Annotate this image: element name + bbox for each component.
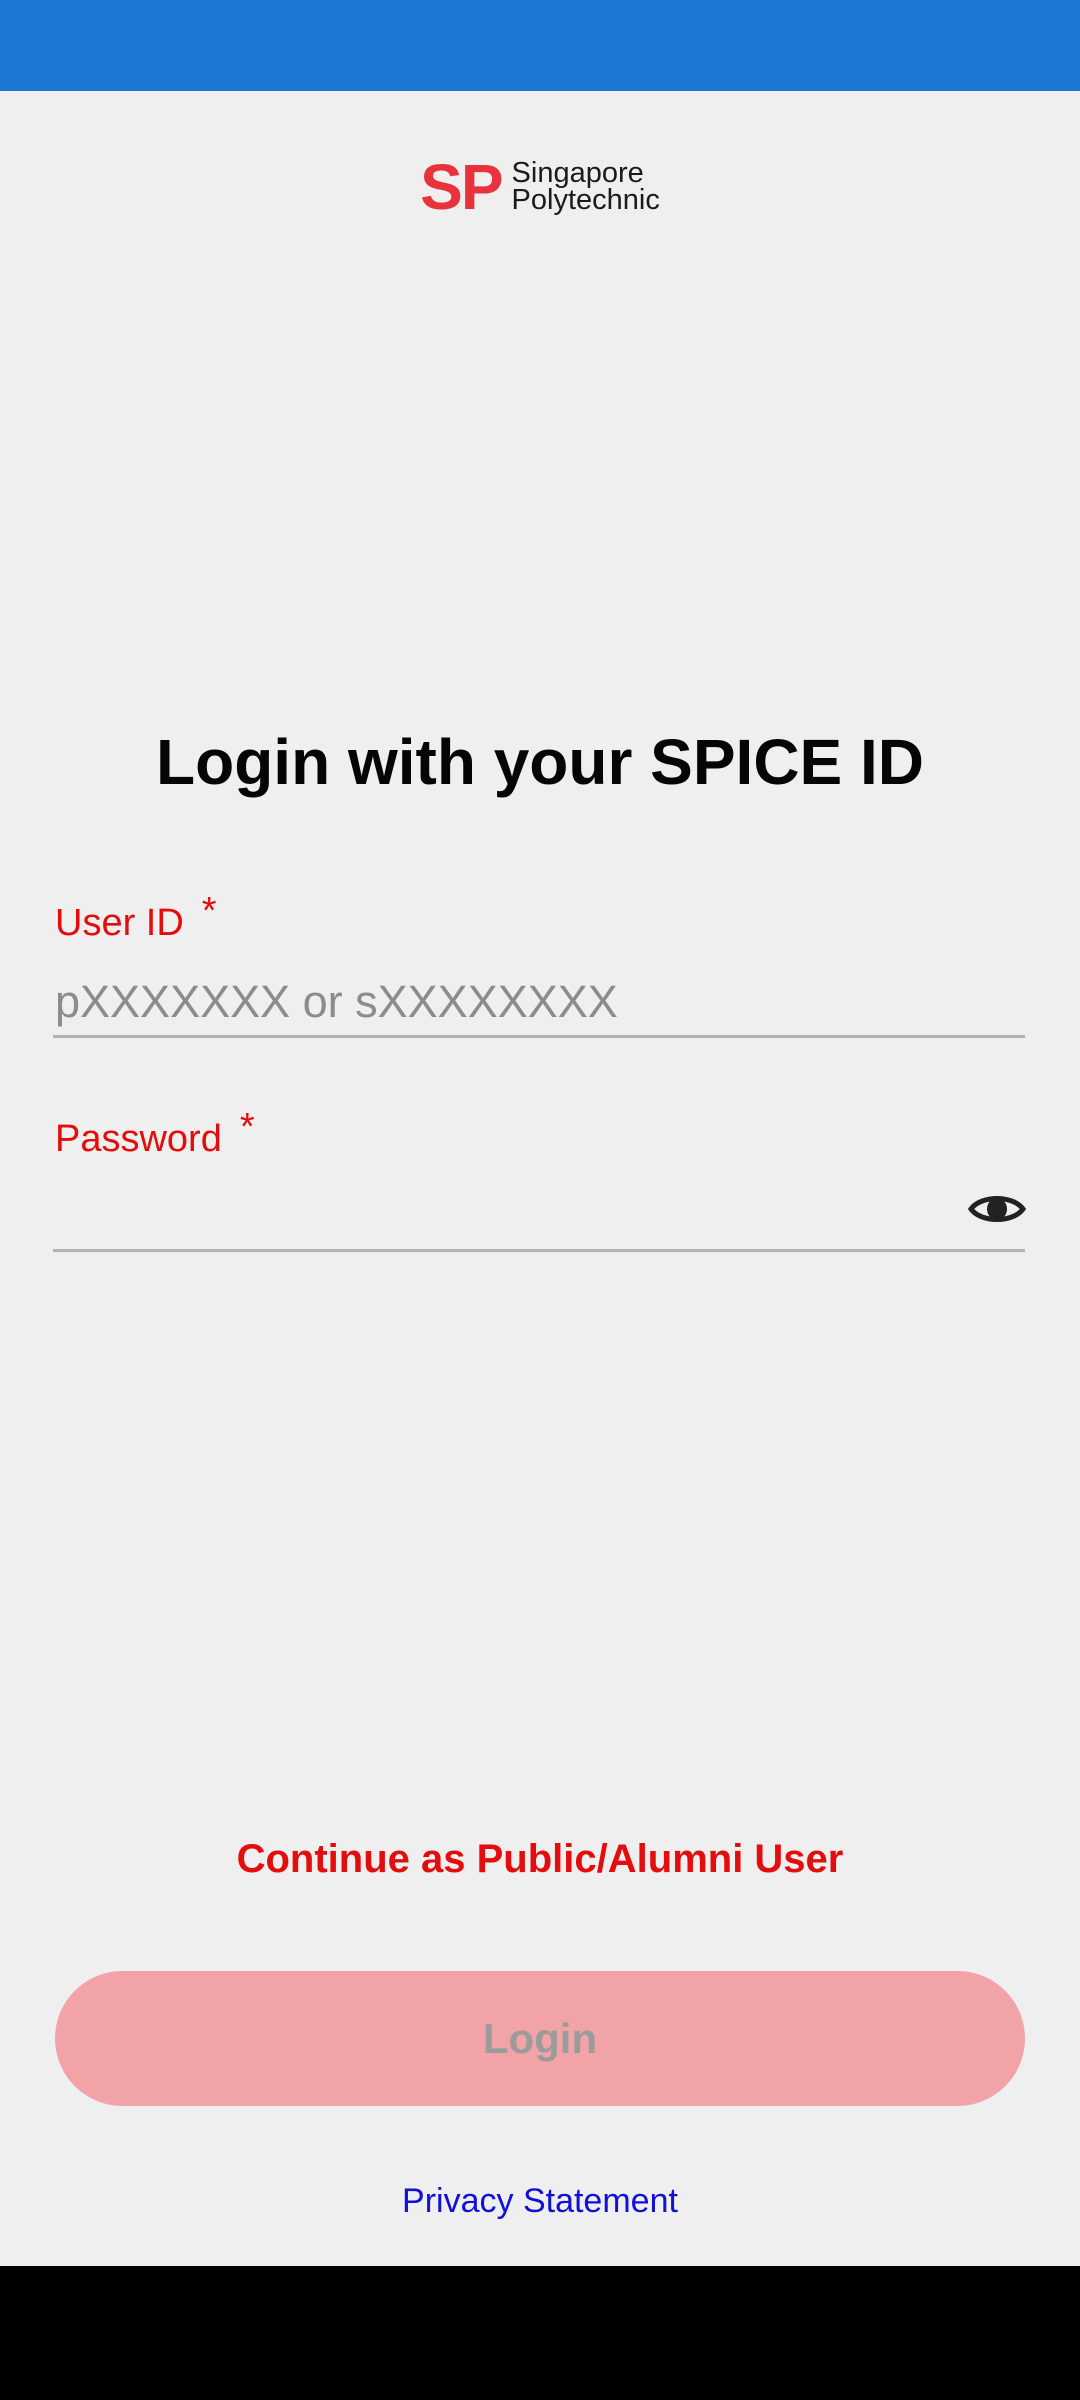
sp-logo: SP Singapore Polytechnic (0, 155, 1080, 219)
login-button[interactable]: Login (55, 1971, 1025, 2106)
logo-text-line1: Singapore (511, 157, 644, 189)
privacy-statement-link[interactable]: Privacy Statement (0, 2182, 1080, 2221)
user-id-input[interactable] (53, 968, 1025, 1038)
status-bar (0, 0, 1080, 91)
password-required-mark: * (239, 1106, 255, 1148)
eye-icon[interactable] (968, 1191, 1026, 1227)
navigation-bar (0, 2266, 1080, 2400)
logo-text-line2: Polytechnic (511, 184, 660, 216)
logo-text: Singapore Polytechnic (511, 157, 660, 216)
continue-public-alumni-link[interactable]: Continue as Public/Alumni User (0, 1837, 1080, 1882)
page-title: Login with your SPICE ID (156, 726, 924, 798)
user-id-required-mark: * (201, 890, 217, 932)
user-id-label: User ID * (55, 890, 217, 945)
user-id-label-text: User ID (55, 902, 184, 944)
password-label-text: Password (55, 1118, 222, 1160)
password-input[interactable] (53, 1180, 1025, 1252)
password-label: Password * (55, 1106, 255, 1161)
logo-mark: SP (420, 151, 503, 223)
